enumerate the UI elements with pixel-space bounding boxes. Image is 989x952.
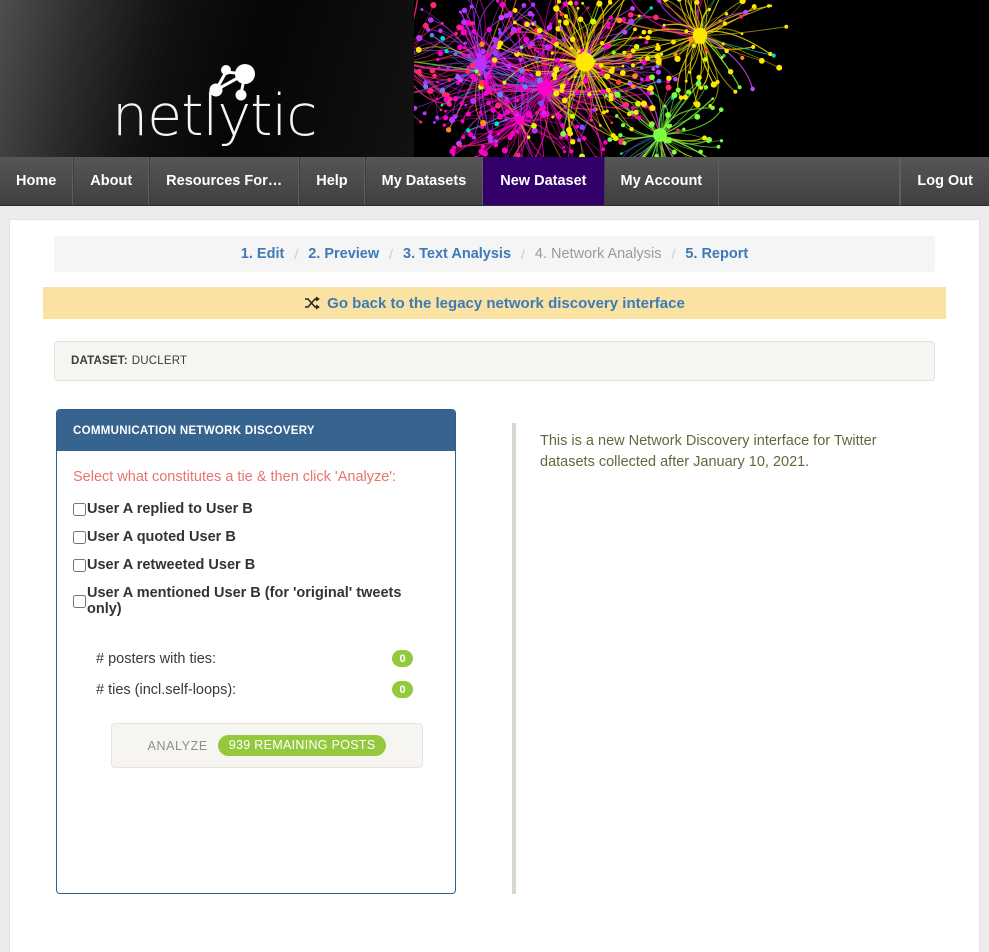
step-2-preview[interactable]: 2. Preview xyxy=(306,246,381,262)
dataset-value: DUCLERT xyxy=(131,355,188,367)
step-separator: / xyxy=(294,246,299,262)
nav-about[interactable]: About xyxy=(73,157,150,205)
dataset-label: DATASET: xyxy=(71,355,128,367)
step-1-edit[interactable]: 1. Edit xyxy=(239,246,287,262)
legacy-interface-link-bar[interactable]: Go back to the legacy network discovery … xyxy=(43,287,946,319)
communication-network-discovery-panel: COMMUNICATION NETWORK DISCOVERY Select w… xyxy=(56,409,456,894)
stat-row-posters: # posters with ties: 0 xyxy=(96,643,439,674)
step-separator: / xyxy=(671,246,676,262)
nav-resources[interactable]: Resources For… xyxy=(149,157,300,205)
stat-badge-posters: 0 xyxy=(392,650,413,667)
checkbox-label-retweeted: User A retweeted User B xyxy=(87,557,256,573)
dataset-name-bar: DATASET: DUCLERT xyxy=(54,341,935,381)
analyze-label: ANALYZE xyxy=(147,738,208,753)
checkbox-replied[interactable] xyxy=(73,502,86,516)
main-navigation: Home About Resources For… Help My Datase… xyxy=(0,157,989,206)
logo-wordmark: netlytic xyxy=(112,83,318,149)
checkbox-retweeted[interactable] xyxy=(73,558,86,572)
checkbox-quoted[interactable] xyxy=(73,530,86,544)
nav-log-out[interactable]: Log Out xyxy=(900,157,989,205)
nav-home[interactable]: Home xyxy=(0,157,74,205)
workflow-steps-breadcrumb: 1. Edit / 2. Preview / 3. Text Analysis … xyxy=(54,236,935,272)
nav-my-datasets[interactable]: My Datasets xyxy=(364,157,484,205)
checkbox-row-replied[interactable]: User A replied to User B xyxy=(73,501,439,517)
network-graph-banner-image xyxy=(414,0,989,157)
nav-new-dataset[interactable]: New Dataset xyxy=(483,157,604,205)
checkbox-row-quoted[interactable]: User A quoted User B xyxy=(73,529,439,545)
nav-spacer xyxy=(719,157,901,205)
legacy-interface-link-label: Go back to the legacy network discovery … xyxy=(327,294,685,312)
checkbox-row-retweeted[interactable]: User A retweeted User B xyxy=(73,557,439,573)
checkbox-label-quoted: User A quoted User B xyxy=(87,529,236,545)
tie-statistics: # posters with ties: 0 # ties (incl.self… xyxy=(96,643,439,705)
nav-help[interactable]: Help xyxy=(299,157,365,205)
checkbox-label-replied: User A replied to User B xyxy=(87,501,253,517)
info-note-text: This is a new Network Discovery interfac… xyxy=(540,433,877,470)
panel-body: Select what constitutes a tie & then cli… xyxy=(57,451,455,768)
checkbox-row-mentioned[interactable]: User A mentioned User B (for 'original' … xyxy=(73,585,439,617)
remaining-posts-badge: 939 REMAINING POSTS xyxy=(217,735,387,756)
stat-badge-ties: 0 xyxy=(392,681,413,698)
step-3-text-analysis[interactable]: 3. Text Analysis xyxy=(401,246,513,262)
stat-row-ties: # ties (incl.self-loops): 0 xyxy=(96,674,439,705)
step-separator: / xyxy=(389,246,394,262)
site-banner: netlytic xyxy=(0,0,989,157)
shuffle-icon xyxy=(304,296,321,310)
main-columns: COMMUNICATION NETWORK DISCOVERY Select w… xyxy=(10,409,979,894)
step-4-network-analysis: 4. Network Analysis xyxy=(534,246,662,262)
panel-title: COMMUNICATION NETWORK DISCOVERY xyxy=(57,410,455,451)
stat-label-posters: # posters with ties: xyxy=(96,650,217,667)
stat-label-ties: # ties (incl.self-loops): xyxy=(96,681,237,698)
network-visualization-svg xyxy=(414,0,989,157)
analyze-button[interactable]: ANALYZE 939 REMAINING POSTS xyxy=(111,723,423,768)
page-content-card: 1. Edit / 2. Preview / 3. Text Analysis … xyxy=(9,219,980,952)
info-note: This is a new Network Discovery interfac… xyxy=(512,423,892,894)
checkbox-mentioned[interactable] xyxy=(73,594,86,608)
netlytic-logo[interactable]: netlytic xyxy=(112,58,318,150)
step-5-report[interactable]: 5. Report xyxy=(683,246,750,262)
tie-instructions: Select what constitutes a tie & then cli… xyxy=(73,469,397,485)
checkbox-label-mentioned: User A mentioned User B (for 'original' … xyxy=(87,585,402,617)
nav-my-account[interactable]: My Account xyxy=(603,157,720,205)
step-separator: / xyxy=(521,246,525,262)
